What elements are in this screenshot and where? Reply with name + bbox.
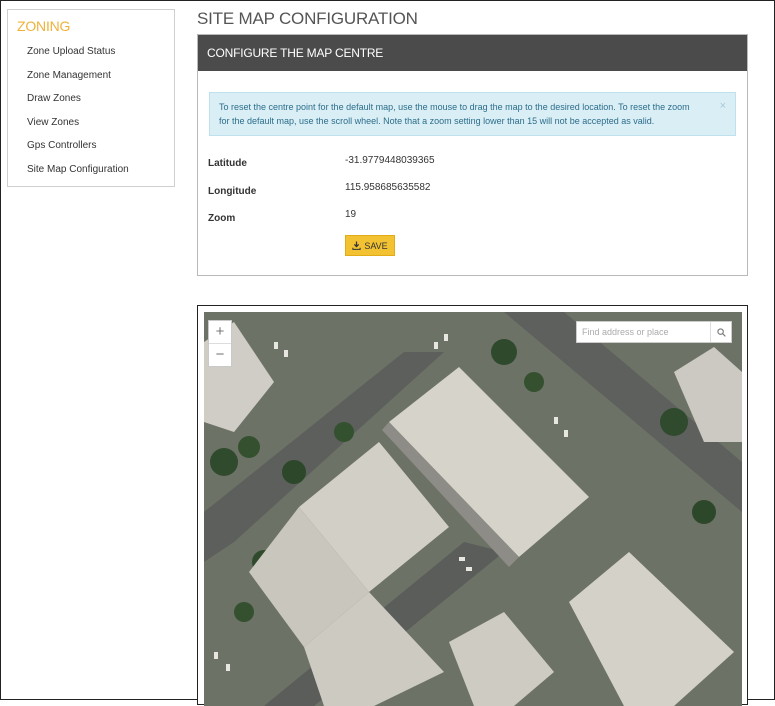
satellite-map[interactable]: + − <box>204 312 742 706</box>
sidebar-list: Zone Upload Status Zone Management Draw … <box>27 44 129 186</box>
download-icon <box>352 241 361 250</box>
close-icon[interactable]: × <box>720 99 726 113</box>
longitude-label: Longitude <box>208 186 257 197</box>
zoom-control: + − <box>208 320 232 367</box>
zoom-value: 19 <box>345 209 357 220</box>
latitude-label: Latitude <box>208 158 247 169</box>
longitude-value: 115.958685635582 <box>345 182 431 193</box>
config-panel: CONFIGURE THE MAP CENTRE To reset the ce… <box>197 34 748 276</box>
sidebar-item-view-zones[interactable]: View Zones <box>27 115 129 139</box>
zoom-out-button[interactable]: − <box>209 343 231 366</box>
aerial-imagery <box>204 312 742 706</box>
page-title: SITE MAP CONFIGURATION <box>197 9 418 28</box>
sidebar-item-site-map-configuration[interactable]: Site Map Configuration <box>27 162 129 186</box>
search-button[interactable] <box>710 322 731 342</box>
map-search-input[interactable] <box>577 322 710 342</box>
sidebar: ZONING Zone Upload Status Zone Managemen… <box>7 9 175 187</box>
sidebar-title: ZONING <box>17 18 71 34</box>
zoom-in-button[interactable]: + <box>209 321 231 343</box>
sidebar-item-gps-controllers[interactable]: Gps Controllers <box>27 138 129 162</box>
panel-header: CONFIGURE THE MAP CENTRE <box>198 35 747 71</box>
save-button-label: SAVE <box>364 240 388 251</box>
map-search <box>576 321 732 343</box>
info-alert: To reset the centre point for the defaul… <box>209 92 736 136</box>
save-button[interactable]: SAVE <box>345 235 395 256</box>
latitude-value: -31.9779448039365 <box>345 155 435 166</box>
zoom-label: Zoom <box>208 213 236 224</box>
sidebar-item-zone-management[interactable]: Zone Management <box>27 68 129 92</box>
search-icon <box>716 327 726 337</box>
sidebar-item-draw-zones[interactable]: Draw Zones <box>27 91 129 115</box>
map-frame: + − <box>197 305 748 706</box>
sidebar-item-zone-upload-status[interactable]: Zone Upload Status <box>27 44 129 68</box>
alert-text: To reset the centre point for the defaul… <box>219 102 690 126</box>
